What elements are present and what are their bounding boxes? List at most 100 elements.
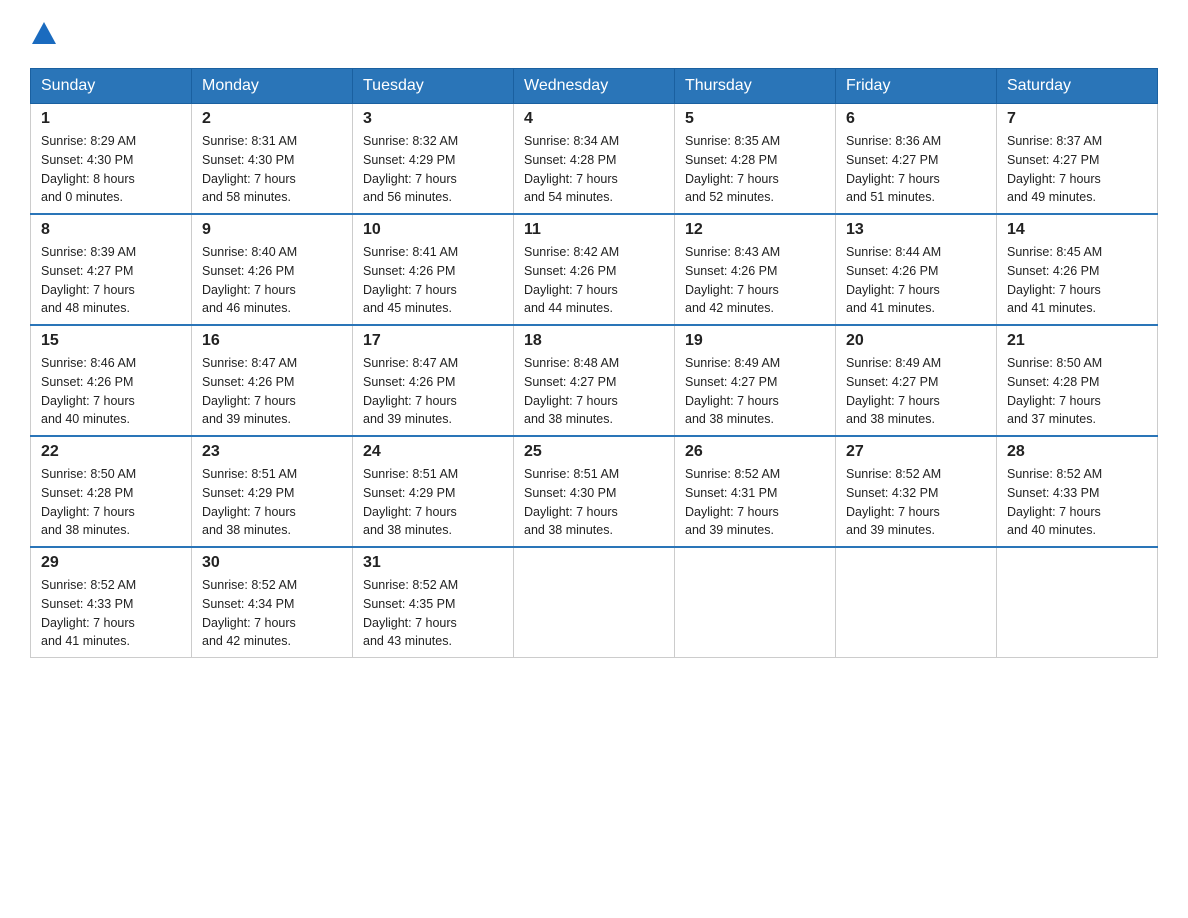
calendar-cell: 13 Sunrise: 8:44 AMSunset: 4:26 PMDaylig… <box>836 214 997 325</box>
day-number: 3 <box>363 110 503 128</box>
day-number: 24 <box>363 443 503 461</box>
day-info: Sunrise: 8:45 AMSunset: 4:26 PMDaylight:… <box>1007 245 1102 315</box>
weekday-header-tuesday: Tuesday <box>353 69 514 104</box>
logo-area <box>30 20 66 48</box>
day-info: Sunrise: 8:51 AMSunset: 4:29 PMDaylight:… <box>202 467 297 537</box>
calendar-cell: 22 Sunrise: 8:50 AMSunset: 4:28 PMDaylig… <box>31 436 192 547</box>
calendar-cell <box>675 547 836 658</box>
day-number: 21 <box>1007 332 1147 350</box>
day-info: Sunrise: 8:52 AMSunset: 4:32 PMDaylight:… <box>846 467 941 537</box>
day-info: Sunrise: 8:41 AMSunset: 4:26 PMDaylight:… <box>363 245 458 315</box>
day-number: 6 <box>846 110 986 128</box>
calendar-cell: 7 Sunrise: 8:37 AMSunset: 4:27 PMDayligh… <box>997 104 1158 215</box>
day-number: 9 <box>202 221 342 239</box>
calendar-cell: 21 Sunrise: 8:50 AMSunset: 4:28 PMDaylig… <box>997 325 1158 436</box>
calendar-cell <box>514 547 675 658</box>
day-number: 4 <box>524 110 664 128</box>
day-info: Sunrise: 8:46 AMSunset: 4:26 PMDaylight:… <box>41 356 136 426</box>
calendar-cell: 19 Sunrise: 8:49 AMSunset: 4:27 PMDaylig… <box>675 325 836 436</box>
calendar-week-row: 29 Sunrise: 8:52 AMSunset: 4:33 PMDaylig… <box>31 547 1158 658</box>
day-info: Sunrise: 8:52 AMSunset: 4:33 PMDaylight:… <box>1007 467 1102 537</box>
calendar-cell: 16 Sunrise: 8:47 AMSunset: 4:26 PMDaylig… <box>192 325 353 436</box>
day-info: Sunrise: 8:52 AMSunset: 4:34 PMDaylight:… <box>202 578 297 648</box>
day-number: 30 <box>202 554 342 572</box>
day-info: Sunrise: 8:36 AMSunset: 4:27 PMDaylight:… <box>846 134 941 204</box>
calendar-cell: 30 Sunrise: 8:52 AMSunset: 4:34 PMDaylig… <box>192 547 353 658</box>
day-info: Sunrise: 8:52 AMSunset: 4:33 PMDaylight:… <box>41 578 136 648</box>
day-info: Sunrise: 8:31 AMSunset: 4:30 PMDaylight:… <box>202 134 297 204</box>
calendar-table: SundayMondayTuesdayWednesdayThursdayFrid… <box>30 68 1158 658</box>
calendar-cell: 28 Sunrise: 8:52 AMSunset: 4:33 PMDaylig… <box>997 436 1158 547</box>
day-number: 19 <box>685 332 825 350</box>
day-number: 14 <box>1007 221 1147 239</box>
day-info: Sunrise: 8:32 AMSunset: 4:29 PMDaylight:… <box>363 134 458 204</box>
weekday-header-friday: Friday <box>836 69 997 104</box>
day-info: Sunrise: 8:39 AMSunset: 4:27 PMDaylight:… <box>41 245 136 315</box>
day-number: 27 <box>846 443 986 461</box>
day-number: 5 <box>685 110 825 128</box>
calendar-cell: 9 Sunrise: 8:40 AMSunset: 4:26 PMDayligh… <box>192 214 353 325</box>
day-info: Sunrise: 8:49 AMSunset: 4:27 PMDaylight:… <box>685 356 780 426</box>
calendar-cell: 31 Sunrise: 8:52 AMSunset: 4:35 PMDaylig… <box>353 547 514 658</box>
calendar-body: 1 Sunrise: 8:29 AMSunset: 4:30 PMDayligh… <box>31 104 1158 658</box>
calendar-cell: 29 Sunrise: 8:52 AMSunset: 4:33 PMDaylig… <box>31 547 192 658</box>
calendar-cell: 27 Sunrise: 8:52 AMSunset: 4:32 PMDaylig… <box>836 436 997 547</box>
calendar-cell <box>997 547 1158 658</box>
calendar-cell <box>836 547 997 658</box>
day-info: Sunrise: 8:48 AMSunset: 4:27 PMDaylight:… <box>524 356 619 426</box>
weekday-header-sunday: Sunday <box>31 69 192 104</box>
page-header <box>30 20 1158 48</box>
day-info: Sunrise: 8:51 AMSunset: 4:30 PMDaylight:… <box>524 467 619 537</box>
calendar-cell: 25 Sunrise: 8:51 AMSunset: 4:30 PMDaylig… <box>514 436 675 547</box>
day-number: 26 <box>685 443 825 461</box>
calendar-cell: 8 Sunrise: 8:39 AMSunset: 4:27 PMDayligh… <box>31 214 192 325</box>
calendar-cell: 23 Sunrise: 8:51 AMSunset: 4:29 PMDaylig… <box>192 436 353 547</box>
day-number: 2 <box>202 110 342 128</box>
day-info: Sunrise: 8:37 AMSunset: 4:27 PMDaylight:… <box>1007 134 1102 204</box>
day-info: Sunrise: 8:44 AMSunset: 4:26 PMDaylight:… <box>846 245 941 315</box>
day-number: 28 <box>1007 443 1147 461</box>
day-info: Sunrise: 8:34 AMSunset: 4:28 PMDaylight:… <box>524 134 619 204</box>
day-number: 22 <box>41 443 181 461</box>
calendar-cell: 24 Sunrise: 8:51 AMSunset: 4:29 PMDaylig… <box>353 436 514 547</box>
day-info: Sunrise: 8:47 AMSunset: 4:26 PMDaylight:… <box>202 356 297 426</box>
day-info: Sunrise: 8:29 AMSunset: 4:30 PMDaylight:… <box>41 134 136 204</box>
day-number: 29 <box>41 554 181 572</box>
day-info: Sunrise: 8:35 AMSunset: 4:28 PMDaylight:… <box>685 134 780 204</box>
logo-triangle-icon <box>30 20 58 48</box>
calendar-cell: 6 Sunrise: 8:36 AMSunset: 4:27 PMDayligh… <box>836 104 997 215</box>
day-info: Sunrise: 8:42 AMSunset: 4:26 PMDaylight:… <box>524 245 619 315</box>
calendar-week-row: 22 Sunrise: 8:50 AMSunset: 4:28 PMDaylig… <box>31 436 1158 547</box>
day-number: 20 <box>846 332 986 350</box>
calendar-cell: 1 Sunrise: 8:29 AMSunset: 4:30 PMDayligh… <box>31 104 192 215</box>
day-number: 10 <box>363 221 503 239</box>
calendar-cell: 26 Sunrise: 8:52 AMSunset: 4:31 PMDaylig… <box>675 436 836 547</box>
day-number: 18 <box>524 332 664 350</box>
day-number: 15 <box>41 332 181 350</box>
logo-icon <box>30 20 58 48</box>
calendar-cell: 20 Sunrise: 8:49 AMSunset: 4:27 PMDaylig… <box>836 325 997 436</box>
day-number: 31 <box>363 554 503 572</box>
calendar-cell: 4 Sunrise: 8:34 AMSunset: 4:28 PMDayligh… <box>514 104 675 215</box>
day-number: 13 <box>846 221 986 239</box>
weekday-header-saturday: Saturday <box>997 69 1158 104</box>
calendar-cell: 11 Sunrise: 8:42 AMSunset: 4:26 PMDaylig… <box>514 214 675 325</box>
day-number: 12 <box>685 221 825 239</box>
calendar-week-row: 15 Sunrise: 8:46 AMSunset: 4:26 PMDaylig… <box>31 325 1158 436</box>
calendar-cell: 17 Sunrise: 8:47 AMSunset: 4:26 PMDaylig… <box>353 325 514 436</box>
calendar-header-row: SundayMondayTuesdayWednesdayThursdayFrid… <box>31 69 1158 104</box>
day-number: 7 <box>1007 110 1147 128</box>
calendar-cell: 14 Sunrise: 8:45 AMSunset: 4:26 PMDaylig… <box>997 214 1158 325</box>
day-number: 16 <box>202 332 342 350</box>
calendar-cell: 3 Sunrise: 8:32 AMSunset: 4:29 PMDayligh… <box>353 104 514 215</box>
calendar-cell: 18 Sunrise: 8:48 AMSunset: 4:27 PMDaylig… <box>514 325 675 436</box>
logo <box>30 20 66 48</box>
day-number: 11 <box>524 221 664 239</box>
day-info: Sunrise: 8:51 AMSunset: 4:29 PMDaylight:… <box>363 467 458 537</box>
calendar-week-row: 8 Sunrise: 8:39 AMSunset: 4:27 PMDayligh… <box>31 214 1158 325</box>
day-number: 1 <box>41 110 181 128</box>
calendar-cell: 10 Sunrise: 8:41 AMSunset: 4:26 PMDaylig… <box>353 214 514 325</box>
calendar-cell: 2 Sunrise: 8:31 AMSunset: 4:30 PMDayligh… <box>192 104 353 215</box>
day-info: Sunrise: 8:50 AMSunset: 4:28 PMDaylight:… <box>1007 356 1102 426</box>
calendar-cell: 12 Sunrise: 8:43 AMSunset: 4:26 PMDaylig… <box>675 214 836 325</box>
